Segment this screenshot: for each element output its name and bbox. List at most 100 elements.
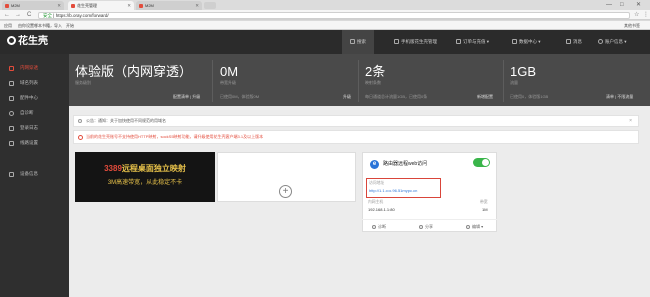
warning-icon (78, 135, 83, 140)
logo-mark-icon (7, 36, 16, 45)
sidebar-item-devices[interactable]: 设备信息 (0, 168, 69, 180)
banner-subline: 3M高速带宽，从此稳定不卡 (107, 180, 183, 186)
sidebar-item-label: 自诊断 (20, 110, 34, 115)
sidebar-item-label: 域名列表 (20, 80, 38, 85)
add-icon[interactable]: + (279, 185, 292, 198)
sidebar-item-line-settings[interactable]: 线路设置 (0, 137, 69, 149)
bookmark-item[interactable]: 由你设置哪本书籍，导入 (18, 21, 62, 30)
close-tab-icon[interactable]: ✕ (127, 1, 131, 10)
mappings-label: 映射条数 (365, 80, 381, 85)
bookmark-apps[interactable]: 应用 (4, 21, 12, 30)
mappings-action[interactable]: 新增配置 (477, 94, 493, 100)
maximize-button[interactable]: □ (620, 0, 624, 10)
close-tab-icon[interactable]: ✕ (195, 1, 199, 10)
traffic-value: 1GB (510, 64, 537, 79)
edit-icon (466, 225, 470, 229)
close-notice-icon[interactable]: × (629, 116, 632, 126)
bookmark-other[interactable]: 其他书签 (624, 21, 640, 30)
close-tab-icon[interactable]: ✕ (57, 1, 61, 10)
header-order[interactable]: 订单与充值 ▾ (456, 30, 489, 54)
diagnose-button[interactable]: 诊断 (372, 224, 386, 230)
minimize-button[interactable]: — (606, 0, 612, 10)
reload-button[interactable]: C (27, 10, 31, 20)
logo-text: 花生壳 (18, 36, 48, 47)
sidebar-item-domains[interactable]: 域名列表 (0, 77, 69, 89)
sidebar-item-diagnose[interactable]: 自诊断 (0, 107, 69, 119)
sidebar-item-login-log[interactable]: 登录日志 (0, 122, 69, 134)
service-toggle[interactable] (473, 158, 490, 167)
ie-icon: e (370, 160, 379, 169)
tab-favicon-icon (71, 3, 75, 8)
bandwidth-action[interactable]: 升级 (343, 94, 351, 100)
list-icon (9, 80, 14, 86)
promo-banner[interactable]: 3389远程桌面独立映射 3M高速带宽，从此稳定不卡 (75, 152, 215, 202)
info-icon (78, 119, 82, 123)
device-icon (9, 171, 14, 177)
lan-host-label: 内网主机 (368, 200, 384, 204)
sidebar-item-label: 内网穿透 (20, 65, 38, 70)
bandwidth-foot: 已使用0M，体验版0M (220, 94, 260, 99)
bandwidth-label: 带宽升级 (220, 80, 236, 85)
header-mobile[interactable]: 手机版花生壳管理 (394, 30, 437, 54)
mappings-foot: 每日通道总计流量1GB，已使用0条 (365, 94, 428, 99)
bookmark-item[interactable]: 开始 (66, 21, 74, 30)
address-link[interactable]: http://1.1.••••.96.51mypc.cn (369, 188, 417, 193)
header-search[interactable]: 搜索 (342, 30, 374, 54)
edit-button[interactable]: 编辑 ▾ (466, 224, 483, 230)
header-data-center[interactable]: 数据中心 ▾ (512, 30, 541, 54)
service-level-value: 体验版（内网穿透） (75, 64, 193, 79)
header-order-label: 订单与充值 ▾ (463, 39, 490, 44)
search-icon (350, 39, 355, 44)
sidebar-item-label: 配件中心 (20, 95, 38, 100)
sidebar-item-accessories[interactable]: 配件中心 (0, 92, 69, 104)
header-messages-label: 消息 (573, 39, 582, 44)
network-icon (9, 65, 14, 71)
browser-tab-active[interactable]: 花生壳管理 ✕ (68, 1, 134, 10)
app-header (0, 30, 650, 54)
traffic-foot: 已使用0，体验版1GB (510, 94, 549, 99)
log-icon (9, 125, 14, 131)
lan-host-value: 192.168.1.1:80 (368, 207, 395, 212)
phone-icon (394, 39, 399, 44)
service-level-action[interactable]: 配置清单 | 升级 (173, 94, 200, 100)
menu-icon[interactable]: ⋮ (643, 10, 649, 20)
diagnose-icon (372, 225, 376, 229)
settings-icon (9, 140, 14, 146)
new-tab-button[interactable] (204, 2, 216, 9)
share-button[interactable]: 分享 (419, 224, 433, 230)
close-window-button[interactable]: ✕ (636, 0, 641, 10)
notice-text[interactable]: 公告：通知：关于加快使用不同规范的用域名 (86, 118, 166, 123)
back-button[interactable]: ← (4, 10, 10, 20)
bandwidth-field-label: 带宽 (480, 200, 488, 204)
share-icon (419, 225, 423, 229)
service-title: 路由器远程web访问 (383, 161, 428, 167)
toggle-knob (482, 159, 489, 166)
edit-label: 编辑 ▾ (472, 224, 484, 229)
tab-favicon-icon (139, 3, 143, 8)
banner-number: 3389 (104, 164, 122, 173)
notice-bar: 公告：通知：关于加快使用不同规范的用域名 × (73, 115, 639, 127)
share-label: 分享 (425, 224, 433, 229)
url-text: https://b.oray.com/forward/ (55, 12, 109, 18)
header-messages[interactable]: 消息 (566, 30, 582, 54)
card-divider (362, 219, 497, 220)
stats-band (69, 54, 650, 106)
security-label: 安全 (43, 12, 52, 18)
app-logo[interactable]: 花生壳 (7, 36, 48, 48)
forward-button[interactable]: → (15, 10, 21, 20)
header-account[interactable]: 账户信息 ▾ (598, 30, 627, 54)
browser-tab[interactable]: M2M ✕ (136, 1, 202, 10)
tab-label: M2M (145, 3, 154, 8)
order-icon (456, 39, 461, 44)
data-icon (512, 39, 517, 44)
tab-label: M2M (11, 3, 20, 8)
url-input[interactable]: 安全 | https://b.oray.com/forward/ (38, 11, 630, 19)
traffic-action[interactable]: 清单 | 不限流量 (606, 94, 633, 100)
warning-text: 当前的花生壳账号不支持使用HTTP映射，sockS5映射功能，请升级使用花生壳客… (86, 134, 264, 139)
header-data-center-label: 数据中心 ▾ (519, 39, 541, 44)
header-account-label: 账户信息 ▾ (605, 39, 627, 44)
sidebar-item-intranet[interactable]: 内网穿透 (0, 62, 69, 74)
browser-tab[interactable]: M2M ✕ (2, 1, 64, 10)
star-icon[interactable]: ☆ (634, 10, 639, 20)
mappings-value: 2条 (365, 64, 386, 79)
